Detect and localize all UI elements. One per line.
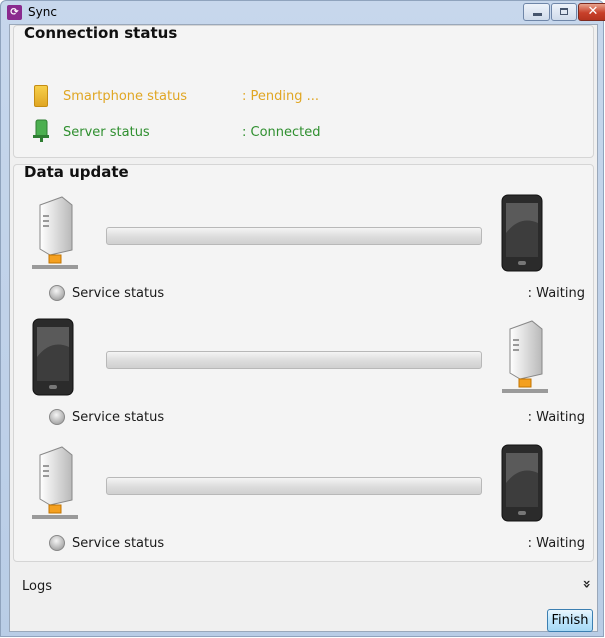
connection-status-title: Connection status — [24, 24, 178, 42]
maximize-button[interactable] — [551, 3, 577, 21]
expand-logs-icon[interactable]: » — [579, 579, 595, 588]
server-status-value: : Connected — [242, 125, 321, 140]
sync-progress-bar — [106, 477, 482, 495]
server-icon — [32, 196, 78, 269]
sync-row: Service status : Waiting — [14, 444, 593, 563]
phone-icon — [32, 318, 74, 396]
service-status-indicator-icon — [49, 285, 65, 301]
smartphone-status-label: Smartphone status — [63, 89, 188, 104]
maximize-icon — [560, 8, 568, 15]
service-status-label: Service status — [72, 536, 165, 551]
close-button[interactable]: ✕ — [578, 3, 605, 21]
phone-icon — [501, 194, 543, 272]
minimize-button[interactable] — [523, 3, 550, 21]
sync-row: Service status : Waiting — [14, 318, 593, 437]
sync-window: ⟳ Sync ✕ Connection status Smartphone st… — [0, 0, 605, 637]
window-client-area: Connection status Smartphone status : Pe… — [9, 24, 598, 632]
service-status-value: : Waiting — [527, 286, 585, 301]
minimize-icon — [533, 13, 542, 16]
window-title: Sync — [28, 5, 57, 19]
service-status-indicator-icon — [49, 409, 65, 425]
service-status-indicator-icon — [49, 535, 65, 551]
server-connected-icon — [33, 119, 49, 142]
service-status-value: : Waiting — [527, 536, 585, 551]
smartphone-status-value: : Pending ... — [242, 89, 320, 104]
server-icon — [32, 446, 78, 519]
service-status-label: Service status — [72, 286, 165, 301]
service-status-label: Service status — [72, 410, 165, 425]
sync-progress-bar — [106, 351, 482, 369]
title-bar[interactable]: ⟳ Sync ✕ — [1, 1, 605, 23]
data-update-title: Data update — [24, 163, 129, 181]
finish-button[interactable]: Finish — [547, 609, 593, 632]
phone-icon — [501, 444, 543, 522]
server-icon — [502, 320, 548, 393]
connection-status-group: Connection status Smartphone status : Pe… — [13, 24, 594, 158]
sync-row: Service status : Waiting — [14, 194, 593, 313]
logs-label: Logs — [22, 579, 52, 594]
smartphone-icon — [34, 85, 48, 107]
sync-progress-bar — [106, 227, 482, 245]
server-status-label: Server status — [63, 125, 150, 140]
close-icon: ✕ — [587, 4, 599, 19]
data-update-group: Data update Service status: Waiting Ser… — [13, 163, 594, 563]
service-status-value: : Waiting — [527, 410, 585, 425]
app-icon: ⟳ — [7, 5, 22, 20]
